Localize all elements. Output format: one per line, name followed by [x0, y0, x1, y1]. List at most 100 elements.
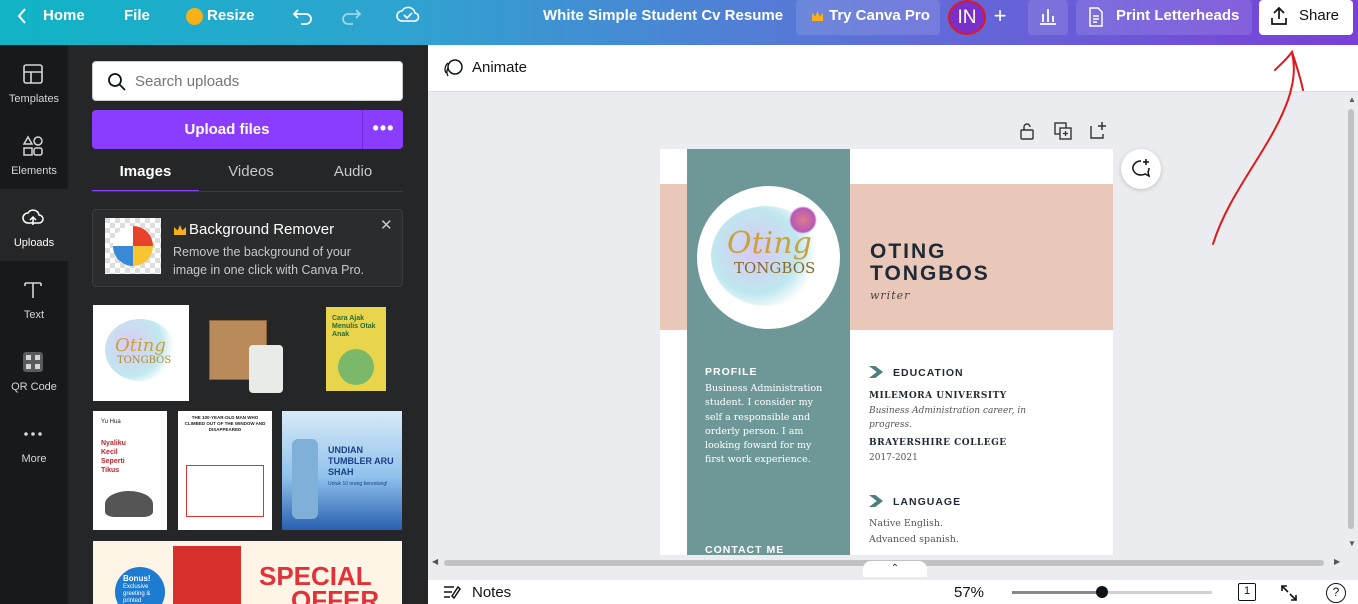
crown-icon — [186, 8, 203, 25]
notes-icon[interactable] — [442, 583, 462, 601]
home-link[interactable]: Home — [43, 0, 85, 32]
tab-videos[interactable]: Videos — [199, 163, 303, 193]
fullscreen-icon[interactable] — [1280, 584, 1298, 602]
search-box — [92, 61, 403, 101]
tab-images[interactable]: Images — [92, 163, 199, 193]
scroll-down-arrow[interactable]: ▼ — [1348, 539, 1356, 548]
sidebar-item-qr-code[interactable]: QR Code — [0, 333, 68, 405]
comment-add-icon — [1132, 159, 1151, 178]
uploaded-image-letter[interactable]: THE 100-YEAR-OLD MAN WHO CLIMBED OUT OF … — [178, 411, 272, 530]
sidebar-item-elements[interactable]: Elements — [0, 117, 68, 189]
add-collaborator-icon[interactable]: + — [988, 0, 1012, 32]
print-letterheads-button[interactable]: Print Letterheads — [1076, 0, 1252, 35]
close-icon[interactable]: ✕ — [380, 216, 393, 234]
language-1: Native English. — [869, 518, 944, 529]
zoom-level[interactable]: 57% — [954, 584, 984, 601]
show-pages-tab[interactable]: ⌃ — [863, 561, 927, 577]
language-heading: LANGUAGE — [893, 496, 962, 508]
book-cover-red — [173, 546, 241, 604]
crown-icon — [174, 225, 186, 235]
uploaded-image-logo[interactable]: Oting TONGBOS — [93, 305, 189, 401]
red-annotation-arrow — [1212, 49, 1304, 245]
chevron-icon — [869, 366, 883, 378]
help-button[interactable]: ? — [1326, 583, 1346, 603]
scroll-left-arrow[interactable]: ◀ — [432, 557, 438, 566]
sidebar-item-text[interactable]: Text — [0, 261, 68, 333]
sidebar-item-more[interactable]: More — [0, 405, 68, 477]
vertical-scrollbar[interactable]: ▲ ▼ — [1346, 95, 1356, 551]
redo-icon[interactable] — [340, 6, 362, 31]
back-chevron-icon[interactable] — [16, 7, 28, 30]
zoom-slider-fill — [1012, 591, 1102, 594]
edu1-desc: Business Administration career, in progr… — [869, 406, 1027, 430]
zoom-slider[interactable] — [1012, 586, 1212, 598]
uploaded-image-book[interactable]: Cara Ajak Menulis Otak Anak — [326, 307, 386, 391]
sidebar-item-templates[interactable]: Templates — [0, 45, 68, 117]
letter-frame — [186, 465, 264, 517]
elements-icon — [22, 135, 43, 156]
zoom-slider-knob[interactable] — [1096, 586, 1108, 598]
add-page-icon[interactable] — [1090, 121, 1108, 139]
add-comment-button[interactable] — [1121, 149, 1161, 189]
beach-ball-icon — [113, 226, 153, 266]
animate-icon — [444, 59, 463, 77]
notes-button[interactable]: Notes — [472, 584, 511, 601]
lock-icon[interactable] — [1019, 122, 1035, 140]
document-icon — [1089, 7, 1103, 27]
scroll-up-arrow[interactable]: ▲ — [1348, 95, 1356, 104]
search-icon — [108, 73, 126, 91]
profile-heading: PROFILE — [705, 366, 758, 378]
upload-share-icon — [1271, 6, 1287, 25]
rat-illustration — [105, 491, 153, 517]
bar-chart-icon — [1040, 9, 1056, 25]
text-icon — [24, 282, 42, 298]
edu2-years: 2017-2021 — [869, 453, 918, 463]
try-canva-pro-button[interactable]: Try Canva Pro — [796, 0, 940, 35]
duplicate-page-icon[interactable] — [1054, 122, 1072, 140]
uploaded-image-candle[interactable] — [203, 305, 291, 401]
edu2-school: BRAYERSHIRE COLLEGE — [869, 438, 1007, 448]
cloud-saved-icon[interactable] — [396, 5, 420, 30]
bg-remover-title: Background Remover — [189, 221, 335, 238]
book-illustration — [338, 349, 374, 385]
tab-audio[interactable]: Audio — [303, 163, 403, 193]
search-input[interactable] — [135, 62, 395, 100]
more-icon — [24, 432, 42, 436]
resume-name-line1: OTING — [870, 240, 947, 263]
upload-files-button[interactable]: Upload files ••• — [92, 110, 403, 149]
uploaded-image-banner[interactable]: Bonus! Exclusive greeting & printed SPEC… — [93, 541, 402, 604]
resume-page[interactable]: Oting TONGBOS OTING TONGBOS writer PROFI… — [660, 149, 1113, 555]
edu1-school: MILEMORA UNIVERSITY — [869, 391, 1007, 401]
profile-text: Business Administration student. I consi… — [705, 383, 823, 466]
animate-button[interactable]: Animate — [472, 59, 527, 76]
crown-icon — [812, 11, 823, 21]
undo-icon[interactable] — [292, 6, 314, 31]
sidebar-item-uploads[interactable]: Uploads — [0, 189, 68, 261]
logo-script-text: Oting — [115, 335, 166, 356]
resume-logo-caps: TONGBOS — [734, 259, 816, 277]
resize-button[interactable]: Resize — [207, 0, 255, 32]
uploaded-image-novel[interactable]: Yu Hua Nyaliku Kecil Seperti Tikus — [93, 411, 167, 530]
scroll-right-arrow[interactable]: ▶ — [1334, 557, 1340, 566]
resume-logo-script: Oting — [727, 226, 812, 261]
user-avatar[interactable]: IN — [948, 0, 986, 35]
uploaded-image-promo[interactable]: UNDIAN TUMBLER ARU SHAH Untuk 10 orang b… — [282, 411, 402, 530]
top-toolbar: Home File Resize White Simple Student Cv… — [0, 0, 1358, 45]
more-options-icon[interactable]: ••• — [364, 110, 403, 146]
share-button[interactable]: Share — [1259, 0, 1353, 35]
page-count-button[interactable]: 1 — [1238, 583, 1256, 601]
language-2: Advanced spanish. — [869, 534, 959, 545]
qr-code-icon — [23, 352, 43, 372]
beach-ball-thumbnail — [105, 218, 161, 274]
background-remover-card[interactable]: Background Remover Remove the background… — [92, 209, 403, 287]
upload-divider — [362, 110, 363, 149]
uploads-icon — [22, 209, 44, 225]
uploads-panel: Upload files ••• Images Videos Audio Bac… — [68, 45, 428, 604]
insights-button[interactable] — [1028, 0, 1068, 35]
file-menu[interactable]: File — [124, 0, 150, 32]
bg-remover-desc: Remove the background of your image in o… — [173, 245, 365, 277]
education-heading: EDUCATION — [893, 367, 964, 379]
scrollbar-thumb[interactable] — [1348, 109, 1354, 529]
contact-heading: CONTACT ME — [705, 544, 785, 555]
document-title[interactable]: White Simple Student Cv Resume — [543, 0, 783, 32]
